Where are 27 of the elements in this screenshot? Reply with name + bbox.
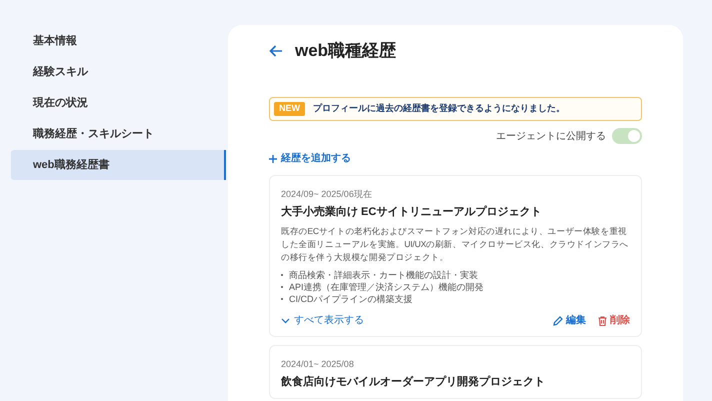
project-description: 既存のECサイトの老朽化およびスマートフォン対応の遅れにより、ユーザー体験を重視した全面リニューアルを実施。UI/UXの刷新、マイクロサービス化、クラウドインフラへの移行を伴う大規模な開発プロジェクト。 bbox=[281, 225, 630, 264]
sidebar-item[interactable]: 経験スキル bbox=[11, 57, 226, 87]
sidebar-item[interactable]: 職務経歴・スキルシート bbox=[11, 119, 226, 149]
delete-link[interactable]: 削除 bbox=[598, 313, 630, 328]
notice-text: プロフィールに過去の経歴書を登録できるようになりました。 bbox=[313, 102, 565, 116]
project-period: 2024/09~ 2025/06現在 bbox=[281, 188, 373, 201]
show-all-link[interactable]: すべて表示する bbox=[281, 313, 364, 328]
pencil-icon bbox=[553, 316, 563, 326]
add-career-link[interactable]: 経歴を追加する bbox=[269, 151, 351, 166]
chevron-down-icon bbox=[281, 318, 290, 324]
sidebar-item[interactable]: web職務経歴書 bbox=[11, 150, 226, 180]
plus-icon bbox=[269, 154, 277, 162]
project-title: 大手小売業向け ECサイトリニューアルプロジェクト bbox=[281, 204, 542, 220]
project-period: 2024/01~ 2025/08 bbox=[281, 358, 355, 371]
edit-link[interactable]: 編集 bbox=[553, 313, 586, 328]
new-badge: NEW bbox=[274, 102, 305, 116]
page-title: web職種経歴 bbox=[295, 40, 396, 62]
project-title: 飲食店向けモバイルオーダーアプリ開発プロジェクト bbox=[281, 374, 546, 390]
sidebar-item[interactable]: 基本情報 bbox=[11, 26, 226, 56]
sidebar-item[interactable]: 現在の状況 bbox=[11, 88, 226, 118]
publish-switch[interactable] bbox=[612, 128, 642, 144]
toggle-label: エージェントに公開する bbox=[496, 130, 606, 144]
bullet-text: 商品検索・詳細表示・カート機能の設計・実装 bbox=[289, 269, 478, 281]
trash-icon bbox=[598, 316, 607, 326]
back-arrow-icon[interactable] bbox=[269, 45, 283, 57]
bullet-text: CI/CDパイプラインの構築支援 bbox=[289, 293, 412, 305]
bullet-text: API連携（在庫管理／決済システム）機能の開発 bbox=[289, 281, 484, 293]
